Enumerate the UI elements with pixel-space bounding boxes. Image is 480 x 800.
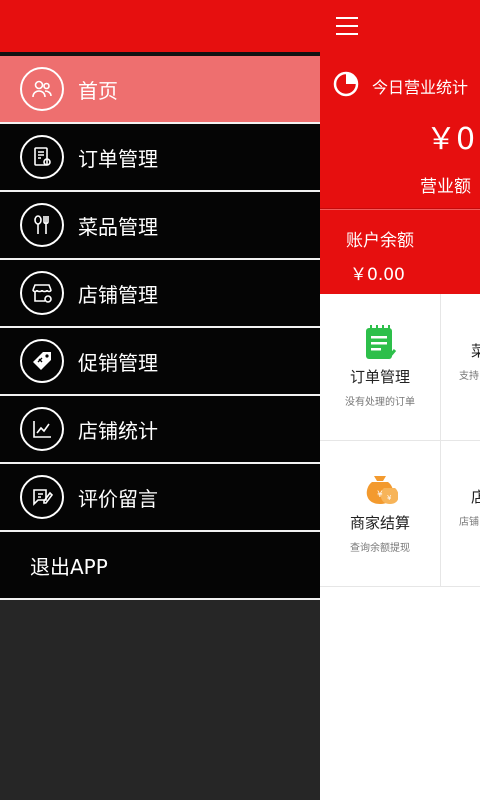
menu-item-home[interactable]: 首页 bbox=[0, 56, 320, 124]
menu-item-store[interactable]: 店铺管理 bbox=[0, 260, 320, 328]
menu-label: 首页 bbox=[78, 78, 118, 103]
menu-label: 店铺统计 bbox=[78, 418, 158, 443]
tag-icon bbox=[20, 339, 64, 383]
grid-item-subtitle: 没有处理的订单 bbox=[345, 397, 415, 408]
logout-button[interactable]: 退出APP bbox=[0, 532, 320, 600]
utensils-icon bbox=[20, 203, 64, 247]
menu-item-dishes[interactable]: 菜品管理 bbox=[0, 192, 320, 260]
money-bag-icon: ¥ ¥ bbox=[362, 470, 399, 508]
menu-label: 菜品管理 bbox=[78, 214, 158, 239]
grid-item-title: 店 bbox=[471, 488, 480, 506]
account-balance-panel[interactable]: 账户余额 ￥0.00 bbox=[320, 209, 480, 294]
grid-item-subtitle: 查询余额提现 bbox=[350, 543, 410, 554]
svg-text:¥: ¥ bbox=[387, 494, 392, 502]
menu-label: 订单管理 bbox=[78, 146, 158, 171]
grid-item-dishes[interactable]: 菜 支持 bbox=[441, 294, 480, 441]
revenue-label: 营业额 bbox=[420, 177, 471, 197]
menu-label: 店铺管理 bbox=[78, 282, 158, 307]
hamburger-menu-icon[interactable] bbox=[336, 17, 358, 41]
pie-chart-icon bbox=[332, 70, 360, 102]
grid-item-store[interactable]: 店 店铺 bbox=[441, 440, 480, 586]
main-panel: 今日营业统计 ￥0 营业额 账户余额 ￥0.00 订单管理 没有处理的订单 菜 … bbox=[320, 0, 480, 800]
menu-item-promotion[interactable]: 促销管理 bbox=[0, 328, 320, 396]
grid-item-settlement[interactable]: ¥ ¥ 商家结算 查询余额提现 bbox=[320, 440, 441, 586]
menu-item-reviews[interactable]: 评价留言 bbox=[0, 464, 320, 532]
balance-label: 账户余额 bbox=[346, 231, 414, 251]
revenue-value: ￥0 bbox=[426, 122, 476, 157]
menu-label: 促销管理 bbox=[78, 350, 158, 375]
grid-item-subtitle: 支持 bbox=[459, 371, 479, 382]
users-icon bbox=[20, 67, 64, 111]
logout-label: 退出APP bbox=[30, 554, 108, 579]
grid-item-title: 商家结算 bbox=[349, 514, 410, 532]
menu-label: 评价留言 bbox=[78, 486, 158, 511]
clipboard-check-icon bbox=[362, 324, 398, 362]
order-doc-icon bbox=[20, 135, 64, 179]
stats-title: 今日营业统计 bbox=[372, 78, 469, 97]
grid-item-title: 订单管理 bbox=[349, 368, 410, 386]
today-stats-panel: 今日营业统计 ￥0 营业额 bbox=[320, 52, 480, 209]
menu-item-orders[interactable]: 订单管理 bbox=[0, 124, 320, 192]
menu-item-statistics[interactable]: 店铺统计 bbox=[0, 396, 320, 464]
grid-item-title: 菜 bbox=[471, 342, 480, 360]
function-grid: 订单管理 没有处理的订单 菜 支持 ¥ ¥ 商家结算 查询余额提现 店 店铺 bbox=[320, 294, 480, 587]
svg-text:¥: ¥ bbox=[377, 490, 383, 500]
top-bar bbox=[320, 0, 480, 52]
store-icon bbox=[20, 271, 64, 315]
grid-item-subtitle: 店铺 bbox=[459, 517, 479, 528]
navigation-drawer: 首页 订单管理 菜品管理 店铺管理 促销管理 店铺统计 评价留言 退出APP bbox=[0, 0, 320, 800]
balance-value: ￥0.00 bbox=[350, 265, 405, 285]
line-chart-icon bbox=[20, 407, 64, 451]
drawer-header bbox=[0, 0, 320, 56]
comment-edit-icon bbox=[20, 475, 64, 519]
grid-item-orders[interactable]: 订单管理 没有处理的订单 bbox=[320, 294, 441, 441]
